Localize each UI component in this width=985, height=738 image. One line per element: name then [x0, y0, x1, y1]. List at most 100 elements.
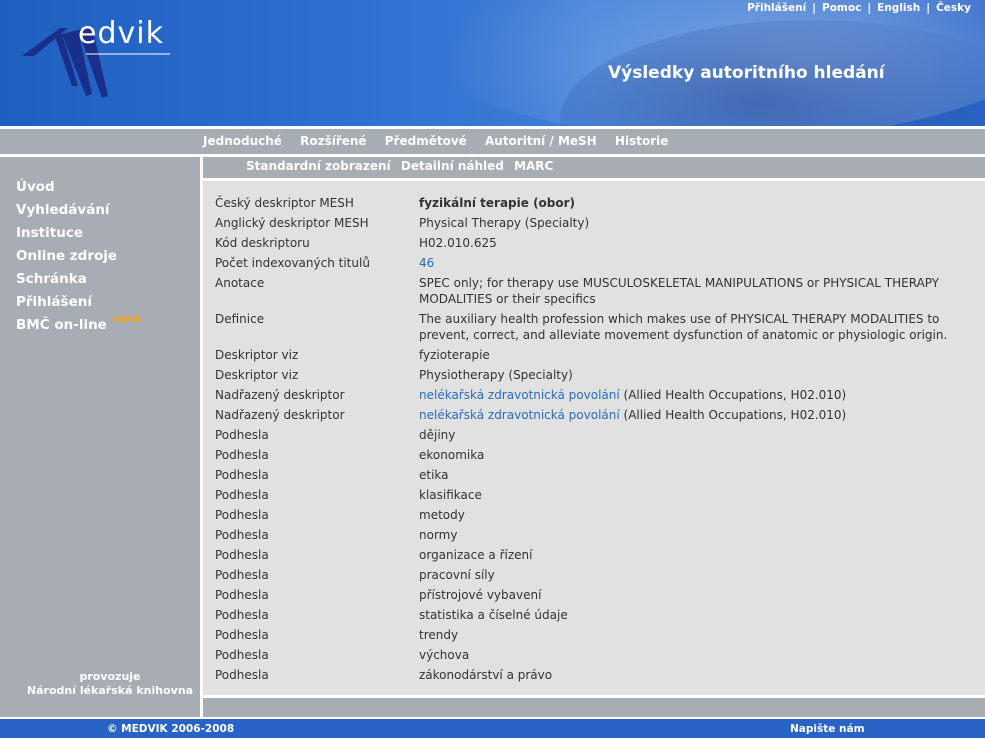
see-descriptor-value: fyzioterapie: [419, 348, 490, 362]
sidebar-menu: Úvod Vyhledávání Instituce Online zdroje…: [16, 179, 141, 340]
subheading-row: Podhesla klasifikace: [215, 487, 975, 503]
field-label: Podhesla: [215, 548, 269, 562]
record-row: Nadřazený deskriptor nelékařská zdravotn…: [215, 407, 975, 423]
record-detail: Český deskriptor MESH fyzikální terapie …: [203, 181, 985, 695]
descriptor-code-value: H02.010.625: [419, 236, 497, 250]
sidebar-item-institutions[interactable]: Instituce: [16, 225, 141, 248]
tab-simple[interactable]: Jednoduché: [203, 134, 282, 148]
english-descriptor-value: Physical Therapy (Specialty): [419, 216, 590, 230]
field-label: Podhesla: [215, 648, 269, 662]
field-label: Anotace: [215, 276, 265, 290]
view-tab-standard[interactable]: Standardní zobrazení: [246, 159, 391, 173]
field-label: Podhesla: [215, 568, 269, 582]
parent-descriptor-link[interactable]: nelékařská zdravotnická povolání: [419, 408, 620, 422]
record-row: Počet indexovaných titulů 46: [215, 255, 975, 271]
field-label: Definice: [215, 312, 265, 326]
subheading-row: Podhesla zákonodárství a právo: [215, 667, 975, 683]
operator-name: Národní lékařská knihovna: [26, 684, 194, 697]
definition-value: The auxiliary health profession which ma…: [419, 312, 948, 342]
top-link-english[interactable]: English: [877, 2, 920, 14]
page-title: Výsledky autoritního hledání: [608, 63, 885, 83]
sidebar-item-bmc-online[interactable]: BMČ on-line nová: [16, 314, 141, 340]
top-link-login[interactable]: Přihlášení: [747, 2, 806, 14]
subheading-row: Podhesla etika: [215, 467, 975, 483]
subheading-value: výchova: [419, 648, 470, 662]
field-label: Podhesla: [215, 488, 269, 502]
field-label: Nadřazený deskriptor: [215, 388, 345, 402]
subheading-row: Podhesla trendy: [215, 627, 975, 643]
subheading-row: Podhesla výchova: [215, 647, 975, 663]
logo-text: edvik: [78, 16, 164, 51]
sidebar-item-bmc-label: BMČ on-line: [16, 317, 107, 333]
record-row: Anotace SPEC only; for therapy use MUSCU…: [215, 275, 975, 307]
field-label: Podhesla: [215, 668, 269, 682]
sidebar: Úvod Vyhledávání Instituce Online zdroje…: [0, 157, 200, 717]
new-badge: nová: [113, 314, 141, 325]
record-row: Deskriptor viz fyzioterapie: [215, 347, 975, 363]
sidebar-item-search[interactable]: Vyhledávání: [16, 202, 141, 225]
sidebar-item-online-resources[interactable]: Online zdroje: [16, 248, 141, 271]
field-label: Podhesla: [215, 628, 269, 642]
top-navigation: Přihlášení | Pomoc | English | Česky: [747, 2, 971, 14]
operator-label: provozuje: [79, 670, 141, 683]
subheading-row: Podhesla pracovní síly: [215, 567, 975, 583]
record-row: Nadřazený deskriptor nelékařská zdravotn…: [215, 387, 975, 403]
field-label: Deskriptor viz: [215, 348, 299, 362]
field-label: Nadřazený deskriptor: [215, 408, 345, 422]
see-descriptor-value: Physiotherapy (Specialty): [419, 368, 573, 382]
tab-authority-mesh[interactable]: Autoritní / MeSH: [485, 134, 597, 148]
subheading-row: Podhesla metody: [215, 507, 975, 523]
sidebar-item-home[interactable]: Úvod: [16, 179, 141, 202]
czech-descriptor-value: fyzikální terapie (obor): [419, 196, 576, 210]
tab-advanced[interactable]: Rozšířené: [300, 134, 366, 148]
subheading-value: trendy: [419, 628, 459, 642]
indexed-titles-count-link[interactable]: 46: [419, 256, 434, 270]
top-link-help[interactable]: Pomoc: [822, 2, 861, 14]
parent-descriptor-suffix: (Allied Health Occupations, H02.010): [619, 388, 847, 402]
top-link-czech[interactable]: Česky: [936, 2, 971, 14]
subheading-row: Podhesla normy: [215, 527, 975, 543]
subheading-value: dějiny: [419, 428, 456, 442]
parent-descriptor-link[interactable]: nelékařská zdravotnická povolání: [419, 388, 620, 402]
subheading-value: statistika a číselné údaje: [419, 608, 568, 622]
contact-link[interactable]: Napište nám: [790, 723, 865, 735]
subheading-value: metody: [419, 508, 465, 522]
parent-descriptor-suffix: (Allied Health Occupations, H02.010): [619, 408, 847, 422]
field-label: Podhesla: [215, 528, 269, 542]
view-tab-detail[interactable]: Detailní náhled: [401, 159, 504, 173]
field-label: Kód deskriptoru: [215, 236, 310, 250]
field-label: Podhesla: [215, 508, 269, 522]
subheading-value: přístrojové vybavení: [419, 588, 542, 602]
record-row: Anglický deskriptor MESH Physical Therap…: [215, 215, 975, 231]
field-label: Podhesla: [215, 608, 269, 622]
subheading-row: Podhesla statistika a číselné údaje: [215, 607, 975, 623]
subheading-row: Podhesla dějiny: [215, 427, 975, 443]
field-label: Podhesla: [215, 588, 269, 602]
copyright: © MEDVIK 2006-2008: [107, 723, 235, 735]
record-row: Český deskriptor MESH fyzikální terapie …: [215, 195, 975, 211]
subheading-value: klasifikace: [419, 488, 482, 502]
subheading-value: ekonomika: [419, 448, 485, 462]
subheading-row: Podhesla ekonomika: [215, 447, 975, 463]
subheading-row: Podhesla organizace a řízení: [215, 547, 975, 563]
record-row: Kód deskriptoru H02.010.625: [215, 235, 975, 251]
field-label: Počet indexovaných titulů: [215, 256, 370, 270]
field-label: Český deskriptor MESH: [215, 196, 354, 210]
field-label: Podhesla: [215, 448, 269, 462]
subheading-row: Podhesla přístrojové vybavení: [215, 587, 975, 603]
view-tab-marc[interactable]: MARC: [514, 159, 553, 173]
subheading-value: normy: [419, 528, 458, 542]
tab-subject[interactable]: Předmětové: [385, 134, 467, 148]
record-row: Deskriptor viz Physiotherapy (Specialty): [215, 367, 975, 383]
field-label: Podhesla: [215, 468, 269, 482]
sidebar-item-basket[interactable]: Schránka: [16, 271, 141, 294]
content-bottom-bar: [203, 698, 985, 717]
annotation-value: SPEC only; for therapy use MUSCULOSKELET…: [419, 276, 940, 306]
subheading-value: pracovní síly: [419, 568, 495, 582]
subheading-value: etika: [419, 468, 449, 482]
field-label: Podhesla: [215, 428, 269, 442]
field-label: Anglický deskriptor MESH: [215, 216, 369, 230]
view-tabs-bar: Standardní zobrazení Detailní náhled MAR…: [203, 157, 985, 178]
subheadings-list: Podhesla dějiny Podhesla ekonomika Podhesla e…: [215, 427, 975, 683]
tab-history[interactable]: Historie: [615, 134, 668, 148]
